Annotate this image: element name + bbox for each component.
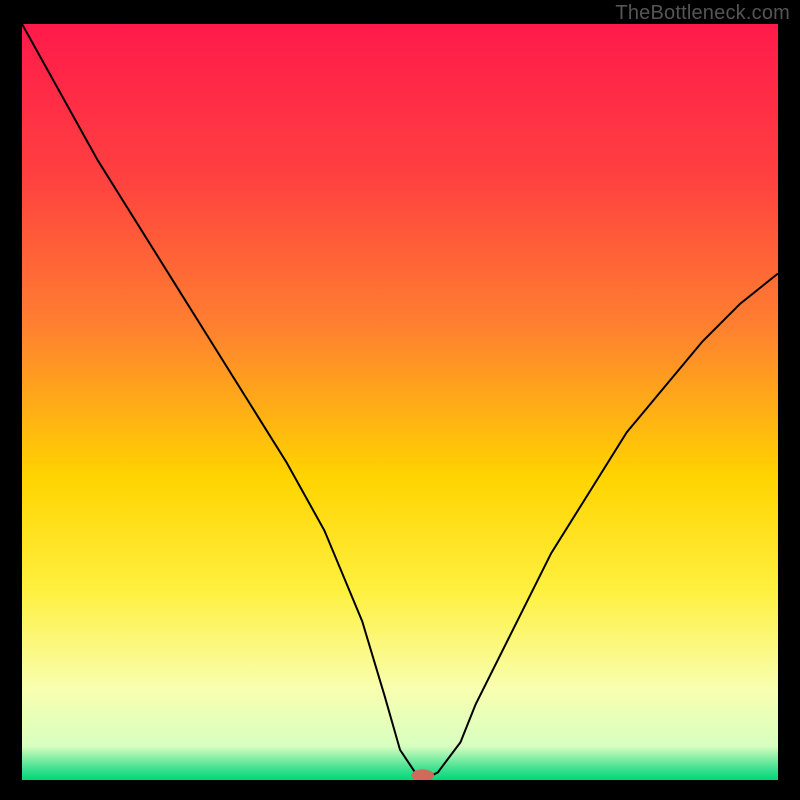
- watermark-text: TheBottleneck.com: [615, 2, 790, 25]
- gradient-backdrop: [22, 24, 778, 780]
- chart-svg: [22, 24, 778, 780]
- chart-frame: TheBottleneck.com: [0, 0, 800, 800]
- chart-plot-area: [22, 24, 778, 780]
